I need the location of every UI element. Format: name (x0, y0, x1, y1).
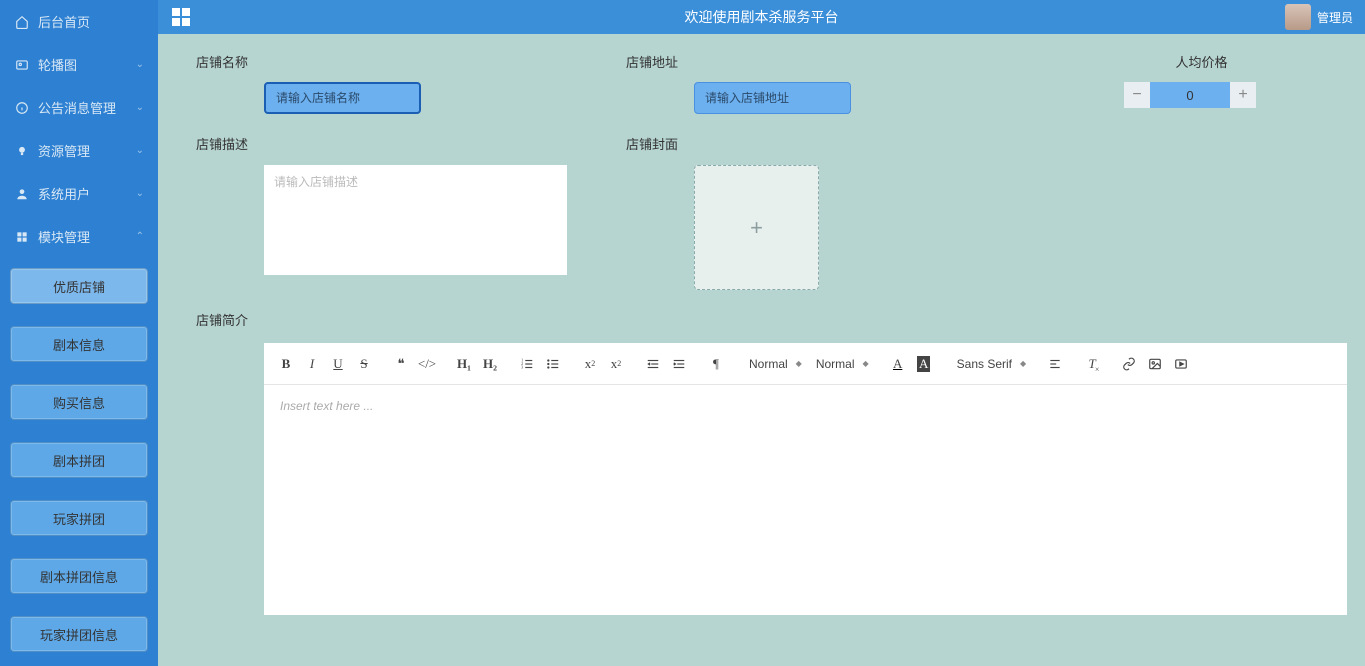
sidebar-item-home[interactable]: 后台首页 (0, 0, 158, 43)
sidebar-item-notice[interactable]: 公告消息管理 ⌄ (0, 86, 158, 129)
sub-item-shop[interactable]: 优质店铺 (10, 268, 148, 304)
align-button[interactable] (1043, 352, 1067, 376)
label-intro: 店铺简介 (196, 310, 1347, 329)
bold-button[interactable]: B (274, 352, 298, 376)
sub-item-scriptgroup[interactable]: 剧本拼团 (10, 442, 148, 478)
avatar (1285, 4, 1311, 30)
chevron-down-icon: ⌄ (136, 102, 144, 113)
chevron-down-icon: ⌄ (136, 59, 144, 70)
sidebar-item-label: 公告消息管理 (38, 98, 116, 117)
quote-button[interactable]: ❝ (389, 352, 413, 376)
h1-button[interactable]: H₁ (452, 352, 476, 376)
sidebar-submenu: 优质店铺 剧本信息 购买信息 剧本拼团 玩家拼团 剧本拼团信息 玩家拼团信息 (0, 268, 158, 662)
sidebar: 后台首页 轮播图 ⌄ 公告消息管理 ⌄ 资源管理 ⌄ 系统用户 ⌄ 模块管理 ⌃… (0, 0, 158, 666)
indent-button[interactable] (667, 352, 691, 376)
sub-button[interactable]: x2 (578, 352, 602, 376)
shop-name-input[interactable] (264, 82, 421, 114)
h2-button[interactable]: H₂ (478, 352, 502, 376)
price-decrease-button[interactable]: − (1124, 82, 1150, 108)
header-select[interactable]: Normal◆ (741, 357, 806, 371)
chevron-up-icon: ⌃ (136, 231, 144, 242)
video-button[interactable] (1169, 352, 1193, 376)
user-label: 管理员 (1317, 9, 1353, 26)
underline-button[interactable]: U (326, 352, 350, 376)
image-icon (14, 57, 30, 73)
menu-grid-icon[interactable] (172, 8, 190, 26)
editor-toolbar: B I U S ❝ </> H₁ H₂ 123 x2 x2 ¶‎ Normal◆… (264, 343, 1347, 385)
sub-item-scriptgroupinfo[interactable]: 剧本拼团信息 (10, 558, 148, 594)
sidebar-item-carousel[interactable]: 轮播图 ⌄ (0, 43, 158, 86)
sup-button[interactable]: x2 (604, 352, 628, 376)
label-cover: 店铺封面 (626, 134, 1016, 153)
shop-addr-input[interactable] (694, 82, 851, 114)
bulb-icon (14, 143, 30, 159)
plus-icon: + (750, 215, 763, 241)
desc-textarea[interactable] (264, 165, 567, 275)
user-icon (14, 186, 30, 202)
cover-upload[interactable]: + (694, 165, 819, 290)
chevron-down-icon: ⌄ (136, 145, 144, 156)
grid-icon (14, 229, 30, 245)
sidebar-item-user[interactable]: 系统用户 ⌄ (0, 172, 158, 215)
label-shop-name: 店铺名称 (196, 52, 586, 70)
label-price: 人均价格 (1056, 52, 1347, 70)
price-input[interactable] (1150, 82, 1230, 108)
info-icon (14, 100, 30, 116)
svg-text:3: 3 (521, 364, 523, 369)
bgcolor-button[interactable]: A (912, 352, 936, 376)
font-select[interactable]: Sans Serif◆ (949, 357, 1031, 371)
outdent-button[interactable] (641, 352, 665, 376)
user-menu[interactable]: 管理员 (1285, 4, 1353, 30)
sidebar-item-label: 资源管理 (38, 141, 90, 160)
main-content: 店铺名称 店铺地址 人均价格 − + 店铺描述 店铺封面 + 店铺简介 (158, 34, 1365, 666)
sidebar-item-label: 轮播图 (38, 55, 77, 74)
sidebar-item-label: 模块管理 (38, 227, 90, 246)
ol-button[interactable]: 123 (515, 352, 539, 376)
topbar: 欢迎使用剧本杀服务平台 管理员 (158, 0, 1365, 34)
rich-editor: B I U S ❝ </> H₁ H₂ 123 x2 x2 ¶‎ Normal◆… (264, 343, 1347, 615)
sub-item-playergroupinfo[interactable]: 玩家拼团信息 (10, 616, 148, 652)
direction-button[interactable]: ¶‎ (704, 352, 728, 376)
italic-button[interactable]: I (300, 352, 324, 376)
sidebar-item-resource[interactable]: 资源管理 ⌄ (0, 129, 158, 172)
code-button[interactable]: </> (415, 352, 439, 376)
strike-button[interactable]: S (352, 352, 376, 376)
price-stepper: − + (1124, 82, 1347, 108)
page-title: 欢迎使用剧本杀服务平台 (685, 7, 839, 27)
color-button[interactable]: A (886, 352, 910, 376)
clear-button[interactable]: T× (1080, 352, 1104, 376)
chevron-down-icon: ⌄ (136, 188, 144, 199)
sidebar-item-module[interactable]: 模块管理 ⌃ (0, 215, 158, 258)
sidebar-item-label: 后台首页 (38, 12, 90, 31)
price-increase-button[interactable]: + (1230, 82, 1256, 108)
home-icon (14, 14, 30, 30)
sidebar-item-label: 系统用户 (38, 184, 90, 203)
size-select[interactable]: Normal◆ (808, 357, 873, 371)
sub-item-playergroup[interactable]: 玩家拼团 (10, 500, 148, 536)
label-shop-addr: 店铺地址 (626, 52, 1016, 70)
sub-item-script[interactable]: 剧本信息 (10, 326, 148, 362)
label-desc: 店铺描述 (196, 134, 586, 153)
sub-item-buy[interactable]: 购买信息 (10, 384, 148, 420)
ul-button[interactable] (541, 352, 565, 376)
link-button[interactable] (1117, 352, 1141, 376)
editor-body[interactable]: Insert text here ... (264, 385, 1347, 615)
image-button[interactable] (1143, 352, 1167, 376)
